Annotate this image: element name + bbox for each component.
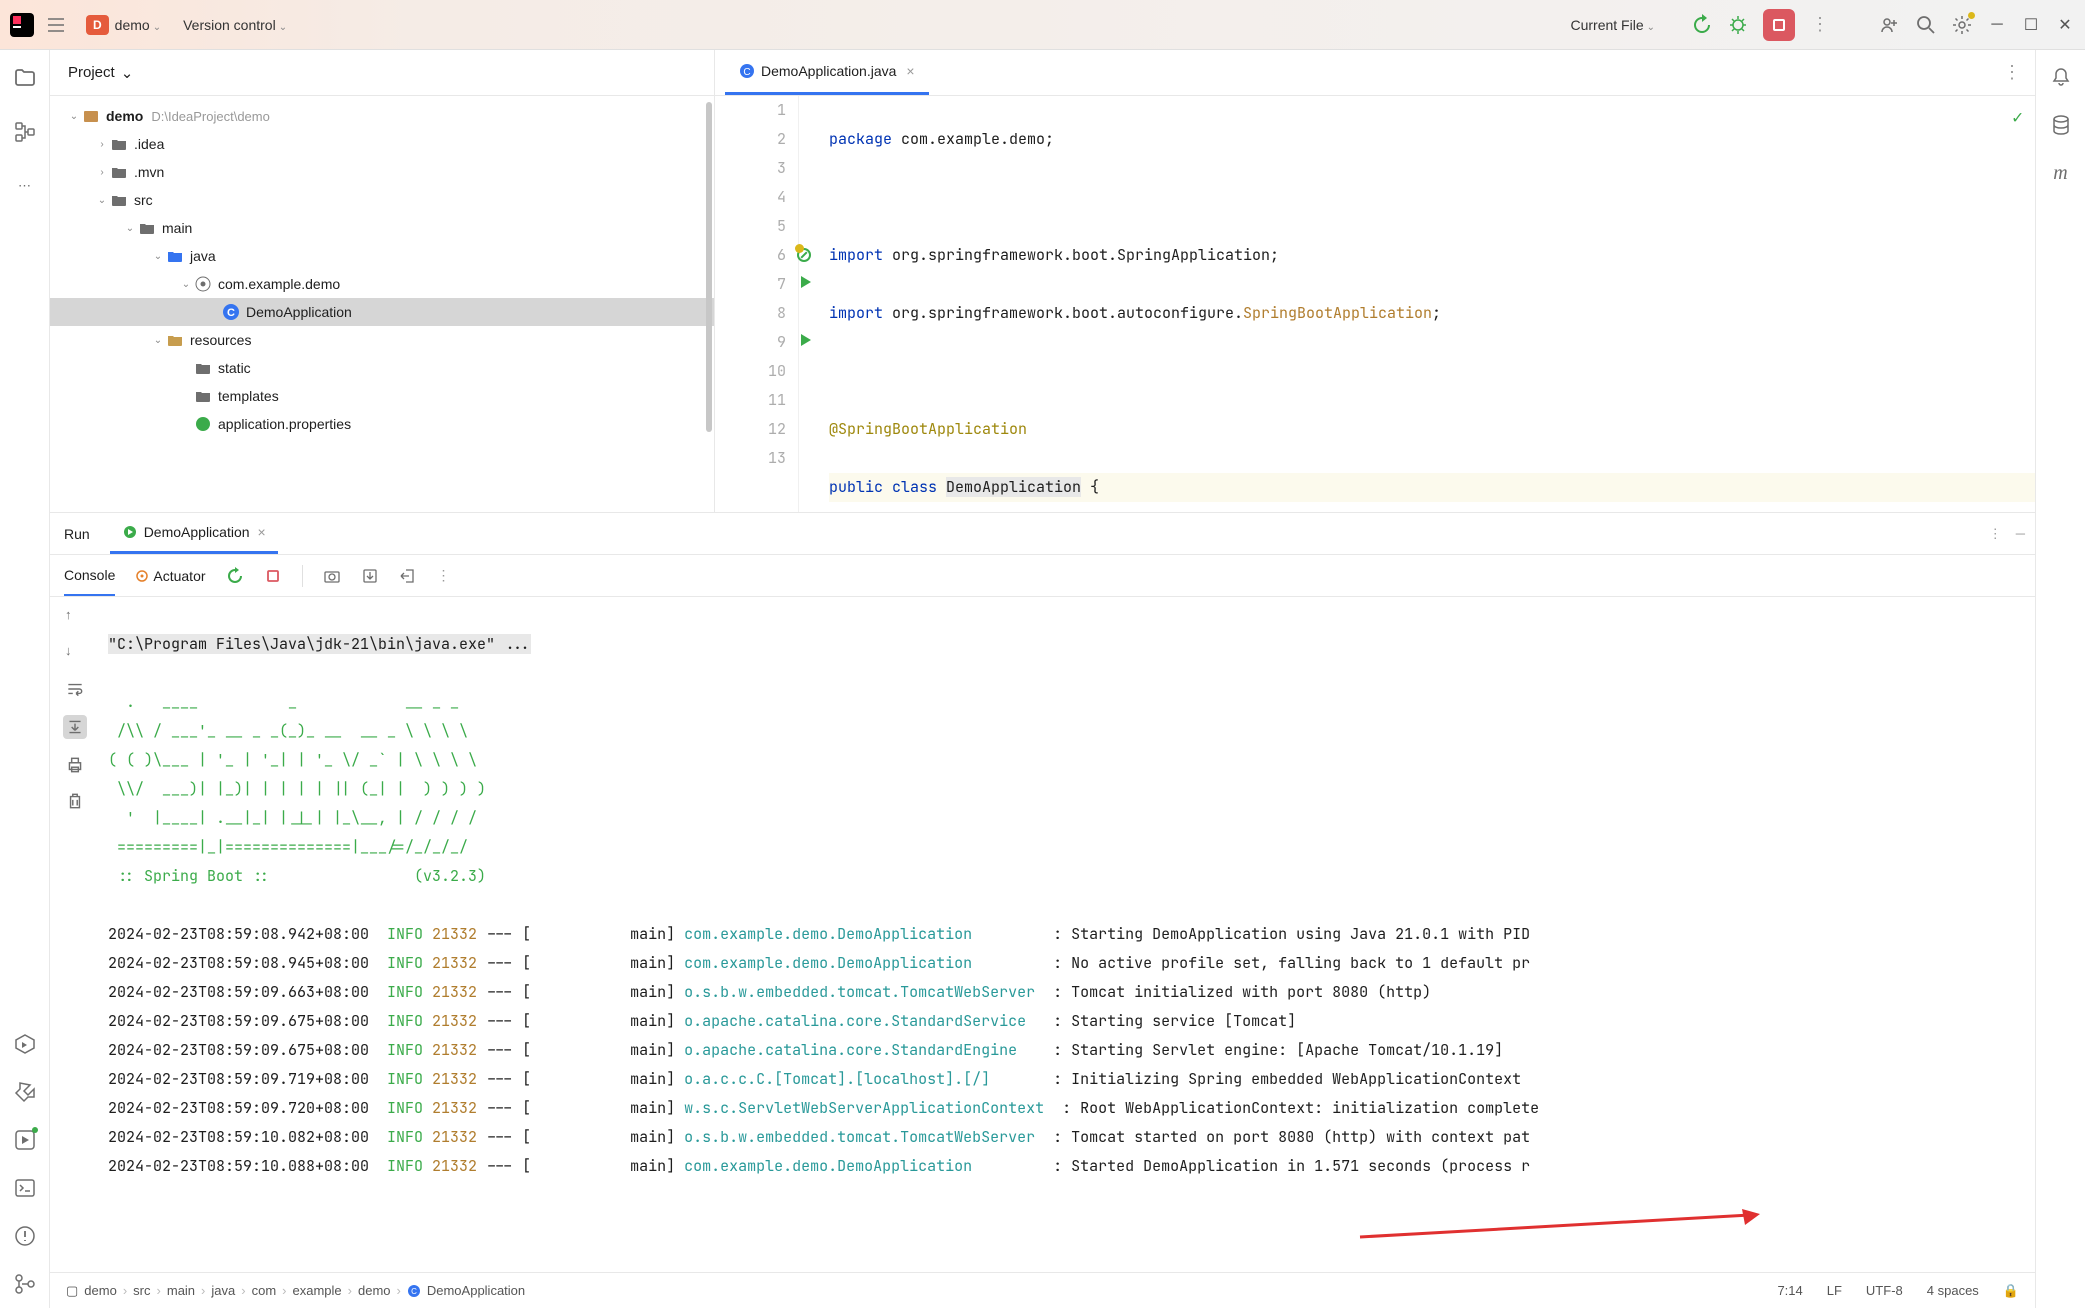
vcs-tool-icon[interactable] bbox=[13, 1272, 37, 1296]
run-subtabs: Console Actuator ⋮ bbox=[50, 555, 2035, 597]
database-icon[interactable] bbox=[2050, 114, 2072, 136]
project-tree[interactable]: ⌄demoD:\IdeaProject\demo ›.idea ›.mvn ⌄s… bbox=[50, 96, 714, 512]
run-tabbar: Run DemoApplication× ⋮ ─ bbox=[50, 513, 2035, 555]
maven-icon[interactable]: m bbox=[2050, 162, 2072, 184]
console-rail: ↑ ↓ bbox=[50, 597, 100, 1272]
print-icon[interactable] bbox=[65, 755, 85, 775]
tree-package[interactable]: ⌄com.example.demo bbox=[50, 270, 714, 298]
code-editor[interactable]: 12345 6 7 8 9 10111213 package com.examp… bbox=[715, 96, 2035, 512]
project-header[interactable]: Project⌄ bbox=[50, 50, 714, 96]
editor-tab[interactable]: C DemoApplication.java × bbox=[725, 50, 929, 95]
run-label: Run bbox=[64, 526, 90, 542]
editor-panel: C DemoApplication.java × ⋮ 12345 6 7 8 9… bbox=[715, 50, 2035, 512]
run-minimize-icon[interactable]: ─ bbox=[2016, 526, 2025, 541]
cursor-position[interactable]: 7:14 bbox=[1777, 1283, 1802, 1299]
rerun-console-icon[interactable] bbox=[226, 567, 244, 585]
code-with-me-icon[interactable] bbox=[1879, 14, 1901, 36]
stop-button[interactable] bbox=[1763, 9, 1795, 41]
run-tool-icon[interactable] bbox=[13, 1128, 37, 1152]
tree-main[interactable]: ⌄main bbox=[50, 214, 714, 242]
titlebar: D demo⌄ Version control⌄ Current File⌄ ⋮… bbox=[0, 0, 2085, 50]
run-config-tab[interactable]: DemoApplication× bbox=[110, 513, 278, 554]
tab-close-icon[interactable]: × bbox=[906, 63, 914, 79]
tree-app-props[interactable]: application.properties bbox=[50, 410, 714, 438]
close-button[interactable]: ✕ bbox=[2055, 15, 2075, 35]
tab-label: DemoApplication.java bbox=[761, 63, 896, 79]
svg-text:C: C bbox=[743, 67, 750, 78]
intellij-logo bbox=[10, 13, 34, 37]
readonly-icon[interactable]: 🔒 bbox=[2003, 1283, 2019, 1299]
tree-static[interactable]: static bbox=[50, 354, 714, 382]
heap-dump-icon[interactable] bbox=[361, 567, 379, 585]
main-menu-icon[interactable] bbox=[46, 15, 66, 35]
inspection-ok-icon[interactable]: ✓ bbox=[2012, 106, 2023, 129]
vcs-dropdown[interactable]: Version control⌄ bbox=[183, 17, 287, 33]
problems-tool-icon[interactable] bbox=[13, 1224, 37, 1248]
tree-templates[interactable]: templates bbox=[50, 382, 714, 410]
line-ending[interactable]: LF bbox=[1827, 1283, 1842, 1299]
actuator-tab[interactable]: Actuator bbox=[135, 568, 205, 584]
stop-console-icon[interactable] bbox=[264, 567, 282, 585]
tree-mvn[interactable]: ›.mvn bbox=[50, 158, 714, 186]
tree-resources[interactable]: ⌄resources bbox=[50, 326, 714, 354]
debug-icon[interactable] bbox=[1727, 14, 1749, 36]
soft-wrap-icon[interactable] bbox=[65, 679, 85, 699]
rerun-icon[interactable] bbox=[1691, 14, 1713, 36]
tree-src[interactable]: ⌄src bbox=[50, 186, 714, 214]
right-tool-rail: m bbox=[2035, 50, 2085, 1308]
notifications-icon[interactable] bbox=[2050, 66, 2072, 88]
structure-tool-icon[interactable] bbox=[13, 120, 37, 144]
minimize-button[interactable]: ─ bbox=[1987, 15, 2007, 35]
more-actions-icon[interactable]: ⋮ bbox=[1809, 14, 1831, 36]
tree-idea[interactable]: ›.idea bbox=[50, 130, 714, 158]
run-tab-close-icon[interactable]: × bbox=[258, 524, 266, 540]
build-tool-icon[interactable] bbox=[13, 1080, 37, 1104]
project-dropdown[interactable]: demo⌄ bbox=[115, 17, 161, 33]
indent[interactable]: 4 spaces bbox=[1927, 1283, 1979, 1299]
editor-gutter: 12345 6 7 8 9 10111213 bbox=[715, 96, 799, 512]
tab-more-icon[interactable]: ⋮ bbox=[2003, 62, 2021, 83]
run-config-dropdown[interactable]: Current File⌄ bbox=[1570, 17, 1655, 33]
clear-icon[interactable] bbox=[65, 791, 85, 811]
code-body[interactable]: package com.example.demo; import org.spr… bbox=[799, 96, 2035, 512]
breadcrumb[interactable]: ▢demo› src› main› java› com› example› de… bbox=[66, 1283, 525, 1299]
svg-text:C: C bbox=[227, 307, 235, 319]
encoding[interactable]: UTF-8 bbox=[1866, 1283, 1903, 1299]
annotation-arrow-2 bbox=[1350, 1207, 1770, 1247]
more-tool-icon[interactable]: ⋯ bbox=[13, 174, 37, 198]
services-tool-icon[interactable] bbox=[13, 1032, 37, 1056]
maximize-button[interactable]: ☐ bbox=[2021, 15, 2041, 35]
project-chip: D bbox=[86, 15, 109, 35]
run-more-icon[interactable]: ⋮ bbox=[1989, 526, 2002, 542]
tree-java[interactable]: ⌄java bbox=[50, 242, 714, 270]
run-panel: Run DemoApplication× ⋮ ─ Console Actuator… bbox=[50, 512, 2035, 1272]
tree-root[interactable]: ⌄demoD:\IdeaProject\demo bbox=[50, 102, 714, 130]
console-tab[interactable]: Console bbox=[64, 555, 115, 596]
console-output[interactable]: "C:\Program Files\Java\jdk-21\bin\java.e… bbox=[100, 597, 2035, 1272]
screenshot-icon[interactable] bbox=[323, 567, 341, 585]
terminal-tool-icon[interactable] bbox=[13, 1176, 37, 1200]
tree-app-class[interactable]: CDemoApplication bbox=[50, 298, 714, 326]
statusbar: ▢demo› src› main› java› com› example› de… bbox=[50, 1272, 2035, 1308]
scroll-end-icon[interactable] bbox=[63, 715, 87, 739]
editor-tabbar: C DemoApplication.java × ⋮ bbox=[715, 50, 2035, 96]
exit-icon[interactable] bbox=[399, 567, 417, 585]
down-stack-icon[interactable]: ↓ bbox=[65, 643, 85, 663]
search-icon[interactable] bbox=[1915, 14, 1937, 36]
svg-text:C: C bbox=[411, 1287, 417, 1296]
settings-icon[interactable] bbox=[1951, 14, 1973, 36]
console-more-icon[interactable]: ⋮ bbox=[437, 567, 451, 584]
up-stack-icon[interactable]: ↑ bbox=[65, 607, 85, 627]
project-panel: Project⌄ ⌄demoD:\IdeaProject\demo ›.idea… bbox=[50, 50, 715, 512]
project-tool-icon[interactable] bbox=[13, 66, 37, 90]
left-tool-rail: ⋯ bbox=[0, 50, 50, 1308]
tree-scrollbar[interactable] bbox=[706, 102, 712, 432]
